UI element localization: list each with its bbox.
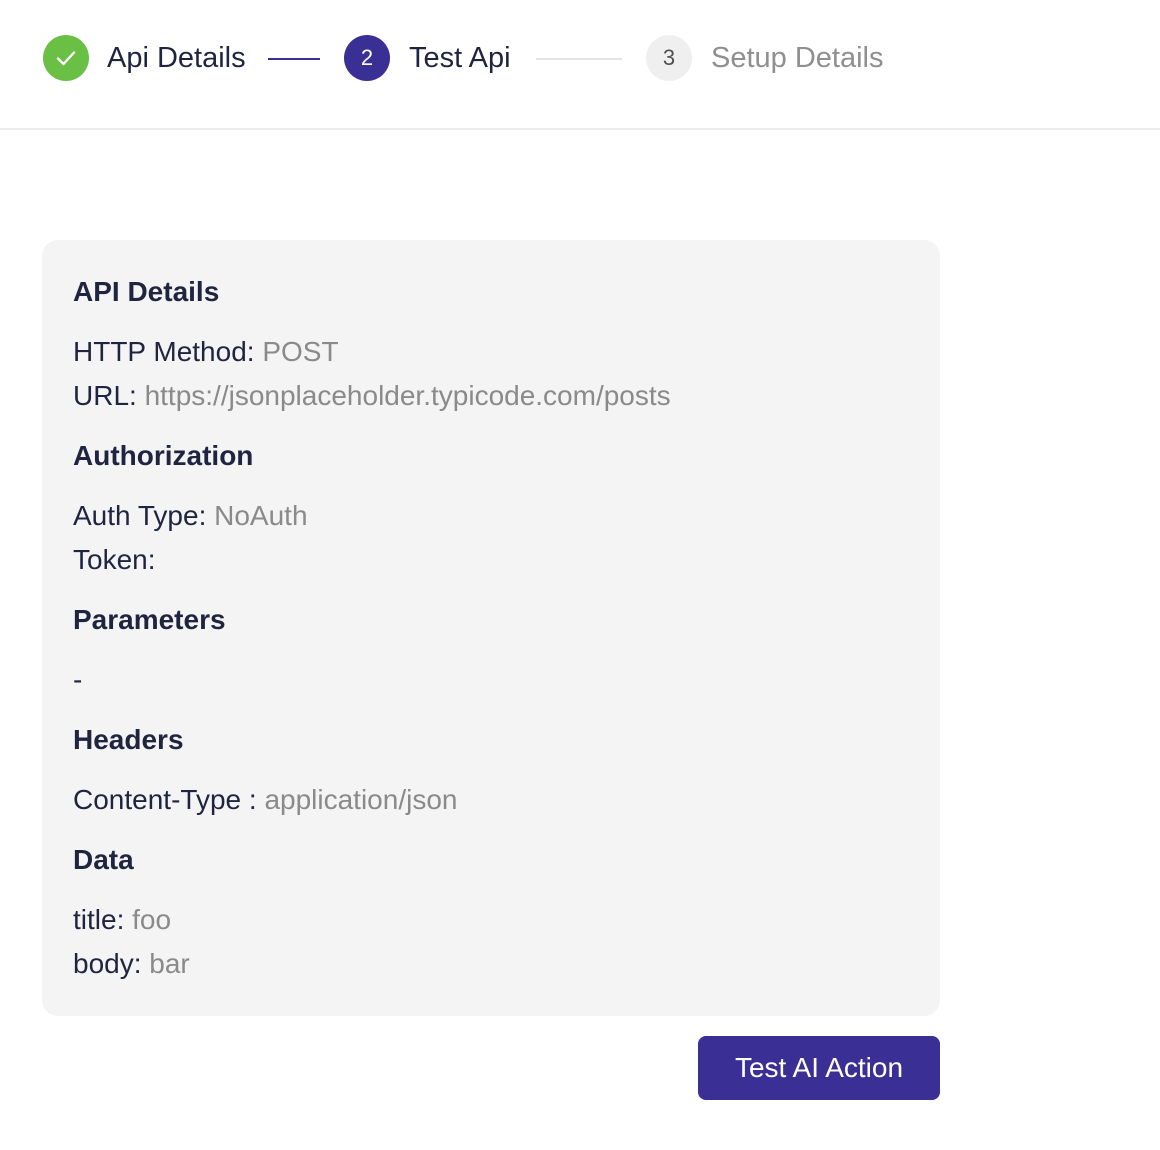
token-label: Token:: [73, 544, 156, 575]
step-connector: [536, 58, 622, 60]
token-row: Token:: [73, 543, 156, 577]
data-row: title: foo: [73, 903, 171, 937]
auth-type-label: Auth Type:: [73, 500, 207, 531]
data-value: foo: [132, 904, 172, 935]
check-icon: [56, 51, 76, 66]
url-value: https://jsonplaceholder.typicode.com/pos…: [144, 380, 671, 411]
header-key: Content-Type :: [73, 784, 257, 815]
section-heading-headers: Headers: [73, 724, 184, 755]
data-key: title:: [73, 904, 125, 935]
auth-type-row: Auth Type: NoAuth: [73, 499, 308, 533]
api-summary-card: API Details HTTP Method: POST URL: https…: [42, 240, 940, 1016]
parameters-empty-value: -: [73, 664, 83, 695]
header-value: application/json: [264, 784, 458, 815]
http-method-row: HTTP Method: POST: [73, 335, 339, 369]
section-heading-parameters: Parameters: [73, 604, 226, 635]
data-value: bar: [149, 948, 190, 979]
step-number-badge: 3: [646, 35, 692, 81]
section-heading-data: Data: [73, 844, 134, 875]
step-label-setup-details[interactable]: Setup Details: [711, 40, 884, 76]
data-row: body: bar: [73, 947, 190, 981]
test-ai-action-button[interactable]: Test AI Action: [698, 1036, 940, 1100]
step-label-api-details[interactable]: Api Details: [107, 40, 246, 76]
http-method-label: HTTP Method:: [73, 336, 255, 367]
stepper: Api Details 2 Test Api 3 Setup Details: [0, 0, 1160, 130]
section-heading-api-details: API Details: [73, 276, 220, 307]
auth-type-value: NoAuth: [214, 500, 308, 531]
url-row: URL: https://jsonplaceholder.typicode.co…: [73, 379, 671, 413]
step-connector: [268, 58, 320, 60]
step-number-badge: 2: [344, 35, 390, 81]
data-key: body:: [73, 948, 142, 979]
header-row: Content-Type : application/json: [73, 783, 457, 817]
url-label: URL:: [73, 380, 137, 411]
step-complete-check-icon: [43, 35, 89, 81]
section-heading-authorization: Authorization: [73, 440, 254, 471]
step-label-test-api[interactable]: Test Api: [409, 40, 511, 76]
http-method-value: POST: [262, 336, 339, 367]
